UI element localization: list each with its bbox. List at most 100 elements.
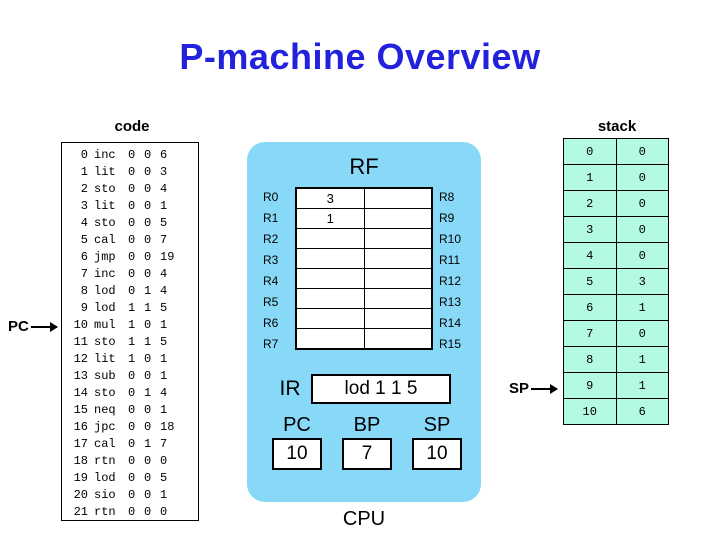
- stack-value: 0: [615, 190, 669, 217]
- stack-row: 81: [563, 346, 669, 373]
- code-line: 17 cal 0 1 7: [62, 436, 198, 453]
- code-line: 12 lit 1 0 1: [62, 351, 198, 368]
- code-line-l: 0: [144, 199, 152, 213]
- code-line-m: 6: [160, 148, 168, 162]
- rf-cell-right: [363, 228, 433, 249]
- code-line-m: 5: [160, 216, 168, 230]
- sp-pointer-label: SP: [509, 380, 530, 397]
- cpu-register-sp: SP 10: [409, 414, 465, 470]
- cpu-register-value: 10: [272, 438, 322, 470]
- stack-index: 8: [563, 346, 617, 373]
- cpu-register-row: PC 10 BP 7 SP 10: [269, 414, 465, 470]
- code-line-number: 10: [73, 318, 88, 332]
- code-line-l: 1: [144, 335, 152, 349]
- stack-index: 9: [563, 372, 617, 399]
- stack-row: 53: [563, 268, 669, 295]
- rf-row: [295, 228, 433, 249]
- cpu-register-value: 10: [412, 438, 462, 470]
- code-line-op: cal: [94, 233, 116, 247]
- code-line-m: 7: [160, 437, 168, 451]
- rf-row: [295, 308, 433, 329]
- code-line-number: 11: [73, 335, 88, 349]
- stack-index: 0: [563, 138, 617, 165]
- rf-cell-right: [363, 288, 433, 309]
- stack-value: 0: [615, 164, 669, 191]
- cpu-register-value: 7: [342, 438, 392, 470]
- code-line-op: cal: [94, 437, 116, 451]
- code-line-number: 1: [80, 165, 88, 179]
- stack-value: 0: [615, 242, 669, 269]
- code-line-r: 0: [128, 148, 136, 162]
- code-line: 14 sto 0 1 4: [62, 385, 198, 402]
- code-line: 0 inc 0 0 6: [62, 147, 198, 164]
- stack-row: 40: [563, 242, 669, 269]
- code-line-r: 0: [128, 403, 136, 417]
- code-line: 7 inc 0 0 4: [62, 266, 198, 283]
- page-title: P-machine Overview: [179, 36, 541, 77]
- rf-cell-right: [363, 248, 433, 269]
- code-line-number: 8: [80, 284, 88, 298]
- arrow-right-icon: [30, 321, 58, 332]
- arrow-right-icon: [531, 383, 559, 394]
- code-line-op: sub: [94, 369, 116, 383]
- code-line-r: 0: [128, 165, 136, 179]
- code-line-m: 4: [160, 386, 168, 400]
- stack-value: 0: [615, 320, 669, 347]
- code-line-m: 1: [160, 318, 168, 332]
- code-line-m: 0: [160, 505, 168, 519]
- code-line-l: 0: [144, 165, 152, 179]
- code-line-number: 13: [73, 369, 88, 383]
- cpu-register-name: PC: [283, 414, 311, 436]
- rf-register-label: R10: [439, 232, 462, 246]
- code-line-op: lit: [94, 352, 116, 366]
- cpu-register-bp: BP 7: [339, 414, 395, 470]
- stack-value: 6: [615, 398, 669, 425]
- code-section-label: code: [114, 118, 150, 135]
- code-line-r: 0: [128, 454, 136, 468]
- code-line-m: 1: [160, 199, 168, 213]
- rf-register-label: R15: [439, 337, 462, 351]
- code-line-l: 0: [144, 403, 152, 417]
- code-line: 21 rtn 0 0 0: [62, 504, 198, 521]
- code-line-op: lit: [94, 199, 116, 213]
- code-line-m: 4: [160, 284, 168, 298]
- stack-index: 1: [563, 164, 617, 191]
- code-line-op: neq: [94, 403, 116, 417]
- code-line-op: lod: [94, 471, 116, 485]
- code-line: 5 cal 0 0 7: [62, 232, 198, 249]
- code-line: 3 lit 0 0 1: [62, 198, 198, 215]
- rf-cell-right: [363, 328, 433, 350]
- code-line-op: mul: [94, 318, 116, 332]
- code-line-l: 1: [144, 284, 152, 298]
- rf-register-label: R8: [439, 190, 455, 204]
- code-line-op: sto: [94, 335, 116, 349]
- code-line-m: 1: [160, 403, 168, 417]
- code-line-op: rtn: [94, 505, 116, 519]
- code-line: 18 rtn 0 0 0: [62, 453, 198, 470]
- rf-cell-left: [295, 288, 365, 309]
- code-line-m: 5: [160, 471, 168, 485]
- code-line-number: 17: [73, 437, 88, 451]
- rf-label: RF: [349, 154, 379, 179]
- stack-row: 20: [563, 190, 669, 217]
- code-line-r: 1: [128, 301, 136, 315]
- code-line-number: 12: [73, 352, 88, 366]
- code-line-op: sto: [94, 216, 116, 230]
- stack-index: 5: [563, 268, 617, 295]
- code-line-op: inc: [94, 267, 116, 281]
- cpu-register-name: SP: [423, 414, 451, 436]
- code-line: 10 mul 1 0 1: [62, 317, 198, 334]
- code-line-r: 0: [128, 420, 136, 434]
- code-line-l: 0: [144, 420, 152, 434]
- code-line-op: sio: [94, 488, 116, 502]
- code-line: 13 sub 0 0 1: [62, 368, 198, 385]
- rf-right-labels: R8 R9 R10 R11 R12 R13 R14 R15: [435, 187, 483, 355]
- code-line-r: 0: [128, 233, 136, 247]
- code-line-l: 0: [144, 318, 152, 332]
- stack-index: 6: [563, 294, 617, 321]
- stack-row: 91: [563, 372, 669, 399]
- stack-index: 7: [563, 320, 617, 347]
- code-line: 11 sto 1 1 5: [62, 334, 198, 351]
- code-line-op: jmp: [94, 250, 116, 264]
- code-line: 6 jmp 0 0 19: [62, 249, 198, 266]
